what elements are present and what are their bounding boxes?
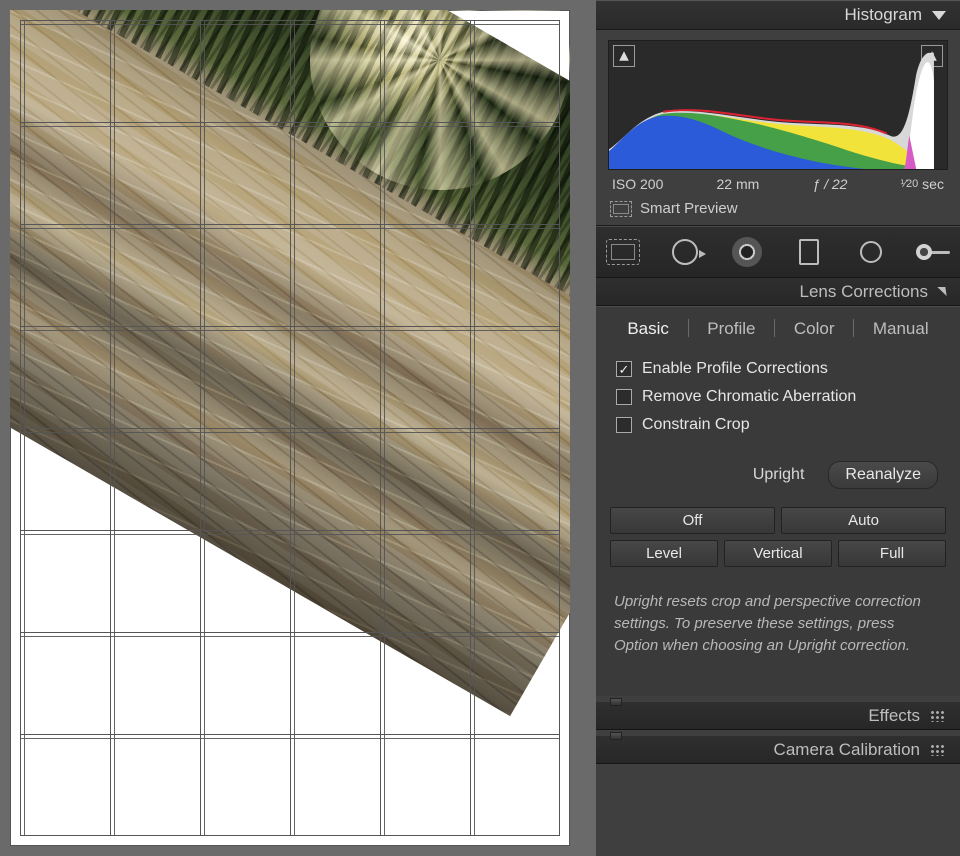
expand-icon [937,287,946,296]
smart-preview-label: Smart Preview [640,200,738,217]
histogram-section: ISO 200 22 mm ƒ / 22 ¹⁄20 sec Smart Prev… [596,30,960,226]
histogram-svg [609,41,934,169]
brush-tool-icon[interactable] [916,235,950,269]
lens-checkboxes: Enable Profile Corrections Remove Chroma… [610,351,946,449]
exif-row: ISO 200 22 mm ƒ / 22 ¹⁄20 sec [608,170,948,194]
grad-filter-icon[interactable] [792,235,826,269]
upright-vertical[interactable]: Vertical [724,540,832,567]
panel-toggle-effects[interactable] [610,696,946,702]
upright-level[interactable]: Level [610,540,718,567]
upright-label: Upright [753,466,805,484]
crop-canvas[interactable] [10,10,570,846]
lens-tabs: Basic Profile Color Manual [610,307,946,351]
check-enable-profile[interactable]: Enable Profile Corrections [616,355,940,383]
checkbox-icon [616,389,632,405]
upright-full[interactable]: Full [838,540,946,567]
redeye-tool-icon[interactable] [730,235,764,269]
radial-filter-icon[interactable] [854,235,888,269]
upright-row: Upright Reanalyze [610,449,946,507]
spot-tool-icon[interactable] [668,235,702,269]
check-constrain-crop[interactable]: Constrain Crop [616,411,940,439]
histogram-title: Histogram [845,5,922,25]
smart-preview-row[interactable]: Smart Preview [608,194,948,219]
exif-shutter: ¹⁄20 sec [901,176,944,192]
lens-corrections-title: Lens Corrections [799,282,928,302]
checkbox-icon [616,417,632,433]
upright-off[interactable]: Off [610,507,775,534]
tab-profile[interactable]: Profile [699,319,763,339]
collapsed-icon [930,744,946,756]
exif-aperture: ƒ / 22 [812,176,847,192]
lens-corrections-header[interactable]: Lens Corrections [596,278,960,306]
camera-calibration-header[interactable]: Camera Calibration [596,736,960,764]
reanalyze-button[interactable]: Reanalyze [828,461,938,489]
check-remove-ca[interactable]: Remove Chromatic Aberration [616,383,940,411]
histogram-chart[interactable] [608,40,948,170]
upright-auto[interactable]: Auto [781,507,946,534]
exif-focal: 22 mm [716,176,759,192]
exif-iso: ISO 200 [612,176,663,192]
upright-row-1: Off Auto [610,507,946,534]
tool-strip [596,226,960,278]
collapse-icon [932,11,946,20]
develop-side-panel: Histogram [596,0,960,856]
panel-toggle-calibration[interactable] [610,730,946,736]
tab-manual[interactable]: Manual [865,319,937,339]
preview-pane [0,0,596,856]
upright-hint: Upright resets crop and perspective corr… [610,573,946,696]
upright-row-2: Level Vertical Full [610,540,946,567]
crop-tool-icon[interactable] [606,239,640,265]
checkbox-icon [616,361,632,377]
lens-corrections-body: Basic Profile Color Manual Enable Profil… [596,306,960,696]
tab-basic[interactable]: Basic [619,319,677,339]
tab-color[interactable]: Color [786,319,843,339]
effects-header[interactable]: Effects [596,702,960,730]
camera-calibration-title: Camera Calibration [774,740,920,760]
effects-title: Effects [868,706,920,726]
smart-preview-icon [610,201,632,217]
histogram-header[interactable]: Histogram [596,0,960,30]
collapsed-icon [930,710,946,722]
